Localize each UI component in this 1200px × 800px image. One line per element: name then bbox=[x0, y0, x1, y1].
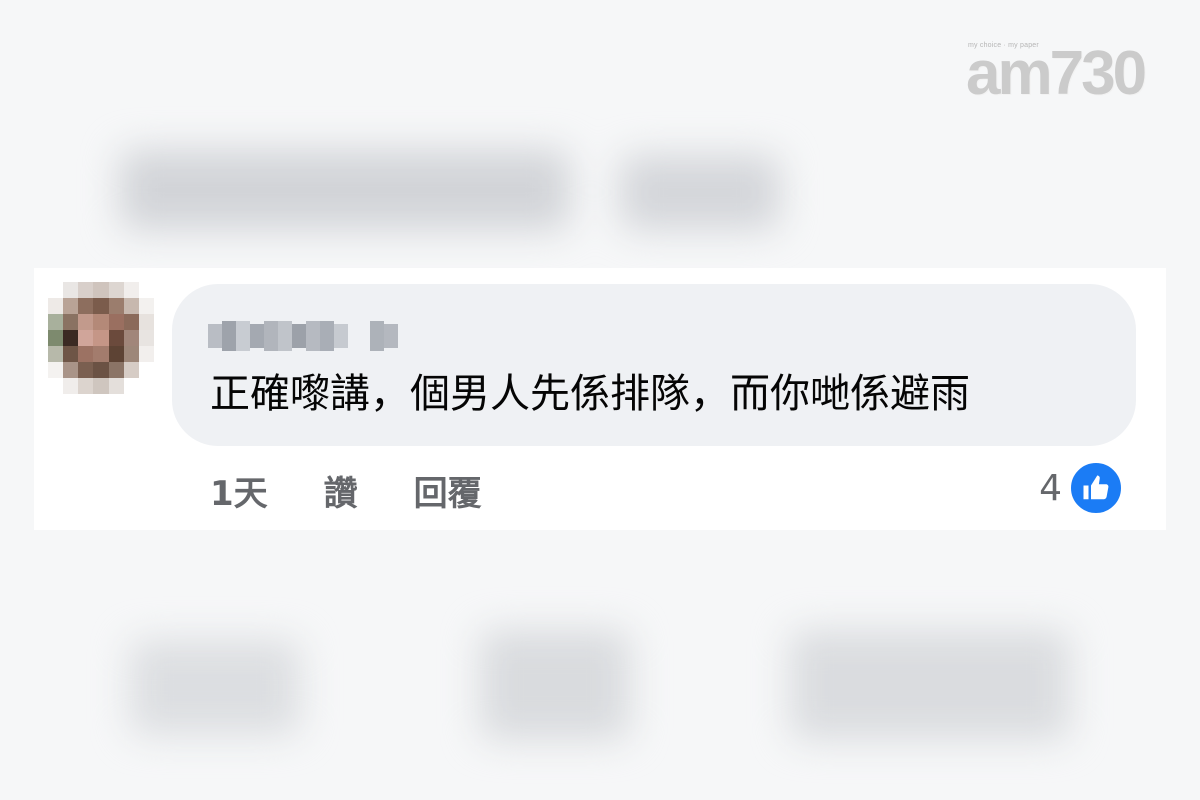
name-pixel bbox=[264, 321, 278, 351]
avatar-pixel bbox=[78, 298, 94, 314]
avatar-pixel bbox=[108, 282, 124, 298]
comment-text: 正確嚟講，個男人先係排隊，而你哋係避雨 bbox=[210, 371, 970, 417]
comment-timestamp[interactable]: 1天 bbox=[210, 466, 268, 515]
name-pixel bbox=[278, 321, 292, 351]
avatar-pixel bbox=[123, 282, 139, 298]
avatar-pixel bbox=[108, 330, 124, 346]
avatar-pixel bbox=[138, 298, 154, 314]
avatar-pixel bbox=[108, 378, 124, 394]
like-button[interactable]: 讚 bbox=[324, 466, 358, 515]
avatar-pixel bbox=[63, 330, 79, 346]
avatar-pixel bbox=[78, 330, 94, 346]
avatar-pixel bbox=[78, 362, 94, 378]
avatar-pixel bbox=[138, 314, 154, 330]
avatar-pixel bbox=[108, 298, 124, 314]
avatar-pixel bbox=[78, 378, 94, 394]
avatar-pixel bbox=[93, 330, 109, 346]
thumbs-up-icon bbox=[1068, 460, 1124, 516]
avatar-pixel bbox=[78, 282, 94, 298]
reply-button[interactable]: 回覆 bbox=[414, 466, 482, 515]
avatar-pixel bbox=[78, 314, 94, 330]
avatar-pixel bbox=[108, 314, 124, 330]
name-pixel bbox=[334, 324, 348, 348]
avatar-pixel bbox=[63, 346, 79, 362]
avatar-pixel bbox=[93, 378, 109, 394]
avatar-pixel bbox=[108, 362, 124, 378]
name-pixel bbox=[236, 321, 250, 351]
name-pixel bbox=[320, 321, 334, 351]
avatar-pixel bbox=[138, 346, 154, 362]
avatar-pixel bbox=[123, 330, 139, 346]
reaction-count: 4 bbox=[1039, 467, 1062, 509]
blurred-action-block bbox=[130, 640, 300, 735]
avatar-pixel bbox=[93, 314, 109, 330]
name-pixel bbox=[250, 324, 264, 348]
avatar-pixel bbox=[63, 298, 79, 314]
blurred-action-block bbox=[480, 630, 630, 740]
am730-logo: my choice · my paper am730 bbox=[966, 36, 1148, 108]
name-pixel bbox=[292, 324, 306, 348]
reaction-summary[interactable]: 4 bbox=[1039, 460, 1124, 516]
avatar-pixel bbox=[93, 346, 109, 362]
name-pixel bbox=[208, 324, 222, 348]
avatar-pixel bbox=[48, 314, 64, 330]
avatar-pixel bbox=[123, 298, 139, 314]
name-pixel bbox=[348, 321, 370, 351]
avatar-pixel bbox=[93, 282, 109, 298]
avatar-pixel bbox=[138, 282, 154, 298]
comment-actions: 1天 讚 回覆 bbox=[210, 462, 482, 518]
logo-wordmark: am730 bbox=[966, 39, 1147, 108]
author-name-redacted[interactable] bbox=[208, 314, 418, 358]
avatar-pixel bbox=[48, 298, 64, 314]
avatar-pixel bbox=[138, 378, 154, 394]
avatar-pixel bbox=[138, 330, 154, 346]
avatar[interactable] bbox=[48, 282, 154, 394]
avatar-pixel bbox=[123, 378, 139, 394]
avatar-pixel bbox=[48, 330, 64, 346]
avatar-pixel bbox=[78, 346, 94, 362]
avatar-pixel bbox=[123, 362, 139, 378]
avatar-pixel bbox=[93, 362, 109, 378]
avatar-pixel bbox=[48, 282, 64, 298]
avatar-pixel bbox=[48, 346, 64, 362]
avatar-pixel bbox=[48, 362, 64, 378]
avatar-pixel bbox=[63, 362, 79, 378]
name-pixel bbox=[222, 321, 236, 351]
name-pixel bbox=[306, 321, 320, 351]
avatar-pixel bbox=[108, 346, 124, 362]
avatar-pixel bbox=[63, 314, 79, 330]
avatar-pixel bbox=[63, 378, 79, 394]
avatar-pixel bbox=[123, 346, 139, 362]
blurred-text-block bbox=[620, 155, 780, 230]
avatar-pixel bbox=[63, 282, 79, 298]
avatar-pixel bbox=[93, 298, 109, 314]
blurred-action-block bbox=[790, 630, 1070, 740]
avatar-pixel bbox=[138, 362, 154, 378]
screenshot-page: my choice · my paper am730 正確嚟講，個男人先係排隊，… bbox=[0, 0, 1200, 800]
name-pixel bbox=[384, 324, 398, 348]
name-pixel bbox=[370, 321, 384, 351]
blurred-text-block bbox=[120, 150, 570, 230]
avatar-pixel bbox=[123, 314, 139, 330]
avatar-pixel bbox=[48, 378, 64, 394]
